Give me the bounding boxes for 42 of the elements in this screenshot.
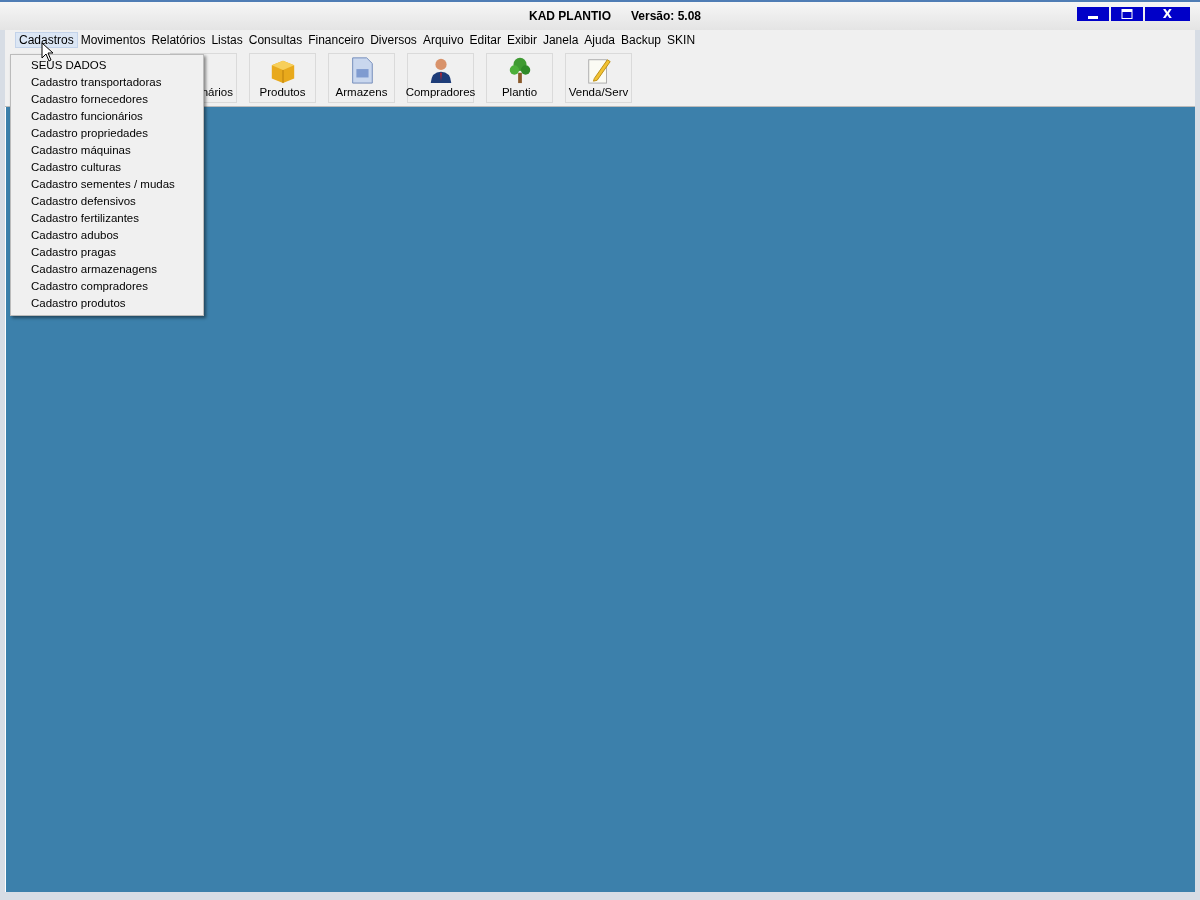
menu-entry[interactable]: Cadastro sementes / mudas [11,176,203,193]
menu-item[interactable]: Relatórios [148,32,209,48]
menu-entry[interactable]: Cadastro fertilizantes [11,210,203,227]
menu-entry[interactable]: Cadastro funcionários [11,108,203,125]
menu-item[interactable]: Janela [539,32,582,48]
menu-entry[interactable]: Cadastro propriedades [11,125,203,142]
toolbar-button[interactable]: Produtos [249,53,316,103]
menu-item[interactable]: Consultas [245,32,306,48]
minimize-icon [1088,15,1098,19]
menu-entry[interactable]: Cadastro pragas [11,244,203,261]
close-button[interactable]: X [1145,7,1190,21]
mouse-cursor-icon [41,42,55,62]
menu-entry[interactable]: Cadastro fornecedores [11,91,203,108]
menu-item[interactable]: Ajuda [581,32,618,48]
menu-entry[interactable]: Cadastro máquinas [11,142,203,159]
version-label: Versão: 5.08 [630,9,702,23]
menu-item[interactable]: Movimentos [77,32,149,48]
toolbar-button[interactable]: Plantio [486,53,553,103]
menu-entry[interactable]: Cadastro defensivos [11,193,203,210]
menu-entry[interactable]: Cadastro adubos [11,227,203,244]
menu-entry[interactable]: Cadastro armazenagens [11,261,203,278]
toolbar-button[interactable]: Compradores [407,53,474,103]
menu-item[interactable]: Editar [466,32,504,48]
maximize-button[interactable] [1111,7,1143,21]
toolbar-button[interactable]: Venda/Serv [565,53,632,103]
menu-item[interactable]: Backup [618,32,665,48]
menu-entry[interactable]: Cadastro produtos [11,295,203,312]
maximize-icon [1121,9,1133,19]
toolbar-button[interactable]: Armazens [328,53,395,103]
menu-entry[interactable]: Cadastro compradores [11,278,203,295]
menu-item[interactable]: Exibir [503,32,540,48]
menu-item[interactable]: SKIN [664,32,699,48]
window-title: KAD PLANTIO [528,9,611,23]
menu-entry[interactable]: SEUS DADOS [11,57,203,74]
menu-entry[interactable]: Cadastro culturas [11,159,203,176]
menu-item[interactable]: Cadastros [15,32,78,48]
minimize-button[interactable] [1077,7,1109,21]
menu-item[interactable]: Arquivo [419,32,467,48]
menu-item[interactable]: Listas [208,32,246,48]
menu-entry[interactable]: Cadastro transportadoras [11,74,203,91]
menu-item[interactable]: Financeiro [305,32,368,48]
menu-item[interactable]: Diversos [367,32,420,48]
